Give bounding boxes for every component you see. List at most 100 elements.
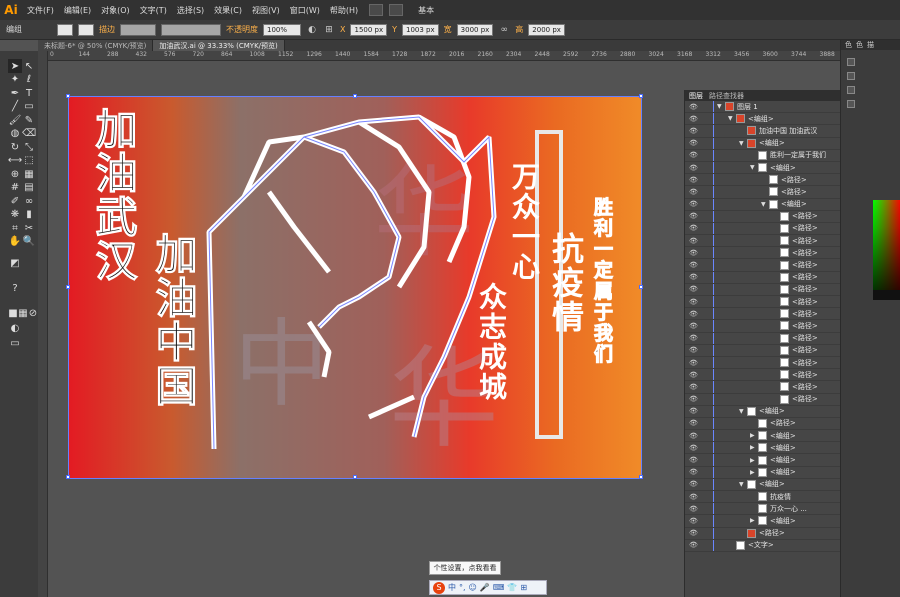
bridge-button[interactable] <box>369 4 384 16</box>
collapse-arrow-icon[interactable]: ▼ <box>728 115 736 122</box>
layer-name[interactable]: <路径> <box>792 211 818 221</box>
screen-mode-icon[interactable]: ▭ <box>8 336 22 350</box>
magic-wand-tool-icon[interactable]: ✦ <box>8 73 22 87</box>
menu-item[interactable]: 文字(T) <box>135 5 172 16</box>
layer-name[interactable]: <路径> <box>792 309 818 319</box>
punctuation-icon[interactable]: °, <box>459 583 466 592</box>
visibility-eye-icon[interactable]: 👁 <box>689 444 698 452</box>
layer-name[interactable]: 胜利一定属于我们 <box>770 150 826 160</box>
layer-name[interactable]: <路径> <box>792 358 818 368</box>
stroke-weight-field[interactable] <box>120 23 156 36</box>
document-tab[interactable]: 未标题-6* @ 50% (CMYK/预览) <box>38 40 154 51</box>
layer-name[interactable]: <路径> <box>792 236 818 246</box>
visibility-eye-icon[interactable]: 👁 <box>689 127 698 135</box>
layer-name[interactable]: <路径> <box>792 248 818 258</box>
tab-pathfinder[interactable]: 路径查找器 <box>709 91 744 101</box>
variable-width-profile[interactable] <box>161 23 221 36</box>
layer-name[interactable]: <路径> <box>759 528 785 538</box>
layer-name[interactable]: <路径> <box>792 284 818 294</box>
tab-layers[interactable]: 图层 <box>689 91 703 101</box>
handle-top-right[interactable] <box>639 94 643 98</box>
vertical-ruler[interactable] <box>38 51 48 597</box>
visibility-eye-icon[interactable]: 👁 <box>689 139 698 147</box>
emoji-icon[interactable]: ☺ <box>469 583 477 592</box>
visibility-eye-icon[interactable]: 👁 <box>689 273 698 281</box>
expand-arrow-icon[interactable]: ▶ <box>750 517 758 524</box>
menu-item[interactable]: 编辑(E) <box>59 5 96 16</box>
chinese-mode-icon[interactable]: 中 <box>448 582 456 593</box>
symbol-sprayer-tool-icon[interactable]: ❋ <box>8 208 22 222</box>
color-spectrum[interactable] <box>873 200 900 290</box>
visibility-eye-icon[interactable]: 👁 <box>689 237 698 245</box>
menu-item[interactable]: 对象(O) <box>96 5 135 16</box>
pen-tool-icon[interactable]: ✒ <box>8 86 22 100</box>
visibility-eye-icon[interactable]: 👁 <box>689 395 698 403</box>
align-icon[interactable]: ⊞ <box>323 24 335 36</box>
slice-tool-icon[interactable]: ✂ <box>22 221 36 235</box>
tab-color[interactable]: 色 <box>845 40 852 50</box>
black-swatch[interactable] <box>873 290 900 300</box>
handle-bottom-right[interactable] <box>639 475 643 479</box>
selection-tool-icon[interactable]: ➤ <box>8 59 22 73</box>
y-field[interactable]: 1003 px <box>402 23 439 36</box>
visibility-eye-icon[interactable]: 👁 <box>689 517 698 525</box>
visibility-eye-icon[interactable]: 👁 <box>689 541 698 549</box>
visibility-eye-icon[interactable]: 👁 <box>689 249 698 257</box>
collapse-arrow-icon[interactable]: ▼ <box>717 103 725 110</box>
eyedropper-tool-icon[interactable]: ✐ <box>8 194 22 208</box>
visibility-eye-icon[interactable]: 👁 <box>689 151 698 159</box>
expand-arrow-icon[interactable]: ▶ <box>750 444 758 451</box>
visibility-eye-icon[interactable]: 👁 <box>689 456 698 464</box>
layer-name[interactable]: 抗疫情 <box>770 492 791 502</box>
visibility-eye-icon[interactable]: 👁 <box>689 493 698 501</box>
x-field[interactable]: 1500 px <box>350 23 388 36</box>
panel-option-4[interactable] <box>847 100 855 108</box>
opacity-field[interactable]: 100% <box>263 23 301 36</box>
eraser-tool-icon[interactable]: ⌫ <box>22 127 36 141</box>
expand-arrow-icon[interactable]: ▶ <box>750 469 758 476</box>
visibility-eye-icon[interactable]: 👁 <box>689 164 698 172</box>
visibility-eye-icon[interactable]: 👁 <box>689 383 698 391</box>
visibility-eye-icon[interactable]: 👁 <box>689 346 698 354</box>
fill-stroke-icon[interactable]: ◩ <box>8 256 22 270</box>
layer-name[interactable]: <编组> <box>770 443 796 453</box>
layer-name[interactable]: 万众一心 ... <box>770 504 807 514</box>
handle-bottom-left[interactable] <box>66 475 70 479</box>
layer-name[interactable]: <路径> <box>781 187 807 197</box>
layer-name[interactable]: <编组> <box>770 163 796 173</box>
blob-brush-tool-icon[interactable]: ◍ <box>8 127 22 141</box>
layer-name[interactable]: <编组> <box>759 406 785 416</box>
layer-name[interactable]: <路径> <box>792 321 818 331</box>
blend-tool-icon[interactable]: ∞ <box>22 194 36 208</box>
document-tab[interactable]: 加油武汉.ai @ 33.33% (CMYK/预览) <box>153 40 285 51</box>
visibility-eye-icon[interactable]: 👁 <box>689 200 698 208</box>
menu-item[interactable]: 效果(C) <box>209 5 247 16</box>
visibility-eye-icon[interactable]: 👁 <box>689 529 698 537</box>
collapse-arrow-icon[interactable]: ▼ <box>739 140 747 147</box>
layer-name[interactable]: <编组> <box>748 114 774 124</box>
stroke-label[interactable]: 描边 <box>99 24 115 35</box>
workspace-switcher[interactable]: 基本 <box>413 5 439 16</box>
artboard-tool-icon[interactable]: ⌗ <box>8 221 22 235</box>
direct-selection-tool-icon[interactable]: ↖ <box>22 59 36 73</box>
visibility-eye-icon[interactable]: 👁 <box>689 224 698 232</box>
rotate-tool-icon[interactable]: ↻ <box>8 140 22 154</box>
column-graph-tool-icon[interactable]: ▮ <box>22 208 36 222</box>
tab-color-guide[interactable]: 色 <box>856 40 863 50</box>
free-transform-tool-icon[interactable]: ⬚ <box>22 154 36 168</box>
panel-option-1[interactable] <box>847 58 855 66</box>
layer-name[interactable]: <编组> <box>770 431 796 441</box>
expand-arrow-icon[interactable]: ▶ <box>750 457 758 464</box>
scale-tool-icon[interactable]: ⤡ <box>22 140 36 154</box>
toolbox-icon[interactable]: ⊞ <box>520 583 527 592</box>
handle-bottom-mid[interactable] <box>353 475 357 479</box>
visibility-eye-icon[interactable]: 👁 <box>689 261 698 269</box>
menu-item[interactable]: 文件(F) <box>22 5 59 16</box>
opacity-label[interactable]: 不透明度 <box>226 24 258 35</box>
arrange-documents-button[interactable] <box>389 4 404 16</box>
layer-name[interactable]: <编组> <box>759 479 785 489</box>
perspective-grid-tool-icon[interactable]: ▦ <box>22 167 36 181</box>
visibility-eye-icon[interactable]: 👁 <box>689 285 698 293</box>
visibility-eye-icon[interactable]: 👁 <box>689 115 698 123</box>
visibility-eye-icon[interactable]: 👁 <box>689 103 698 111</box>
